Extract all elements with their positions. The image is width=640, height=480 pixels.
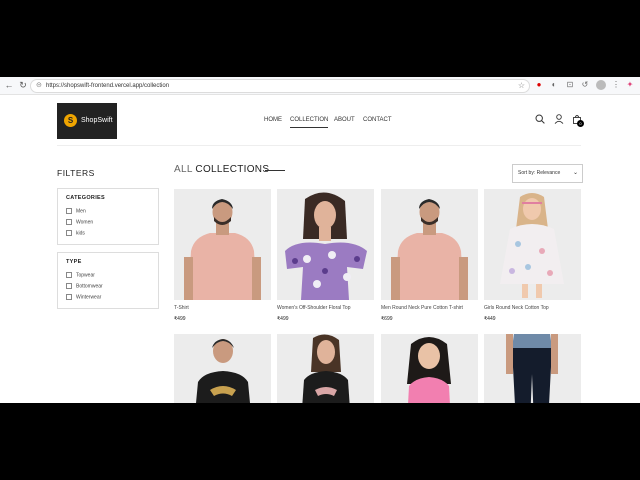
product-image[interactable] [174,334,271,403]
product-image[interactable] [381,334,478,403]
checkbox[interactable] [66,230,72,236]
nav-contact[interactable]: CONTACT [363,115,392,125]
star-icon[interactable]: ☆ [518,80,525,92]
collection-title-bold: COLLECTIONS [195,164,270,175]
nav-collection[interactable]: COLLECTION [290,115,329,128]
address-bar[interactable]: ⊝ https://shopswift-frontend.vercel.app/… [30,79,530,93]
type-filter: TYPE Topwear Bottomwear Winterwear [57,252,159,309]
product-name[interactable]: Women's Off-Shoulder Floral Top [277,305,351,311]
filter-option-kids[interactable]: kids [66,230,85,237]
collection-title: ALL COLLECTIONS [174,164,269,175]
product-image[interactable] [277,189,374,300]
checkbox[interactable] [66,294,72,300]
cart-count-badge: 0 [577,120,584,127]
product-name[interactable]: Men Round Neck Pure Cotton T-shirt [381,305,463,311]
product-name[interactable]: Girls Round Neck Cotton Top [484,305,549,311]
site-logo[interactable]: S ShopSwift [57,103,117,139]
lock-icon: ⊝ [36,82,42,89]
product-price: ₹499 [277,316,289,322]
checkbox[interactable] [66,219,72,225]
chevron-down-icon: ⌄ [572,170,578,176]
product-image[interactable] [381,189,478,300]
filter-option-winterwear[interactable]: Winterwear [66,294,101,301]
product-image[interactable] [174,189,271,300]
checkbox[interactable] [66,283,72,289]
product-image[interactable] [484,334,581,403]
logo-mark: S [64,114,77,127]
browser-viewport: ← ↻ ⊝ https://shopswift-frontend.vercel.… [0,77,640,403]
extension-icon[interactable]: ⊡ [565,80,575,90]
nav-home[interactable]: HOME [264,115,282,125]
categories-filter: CATEGORIES Men Women kids [57,188,159,245]
header-divider [57,145,581,146]
nav-about[interactable]: ABOUT [334,115,355,125]
product-price: ₹499 [174,316,186,322]
product-price: ₹699 [381,316,393,322]
checkbox[interactable] [66,272,72,278]
extension-icon[interactable]: ● [534,80,544,90]
filter-option-bottomwear[interactable]: Bottomwear [66,283,103,290]
categories-title: CATEGORIES [66,195,105,201]
profile-icon[interactable] [596,80,606,90]
sort-label: Sort by: Relevance [518,170,561,176]
filter-option-women[interactable]: Women [66,219,93,226]
extension-icon[interactable]: ◐ [549,80,559,90]
product-name[interactable]: T-Shirt [174,305,189,311]
product-price: ₹449 [484,316,496,322]
sort-select[interactable]: Sort by: Relevance ⌄ [512,164,583,183]
url-text[interactable]: https://shopswift-frontend.vercel.app/co… [46,80,169,92]
type-title: TYPE [66,259,82,265]
product-image[interactable] [484,189,581,300]
product-image[interactable] [277,334,374,403]
reload-icon[interactable]: ↻ [17,79,29,91]
checkbox[interactable] [66,208,72,214]
menu-icon[interactable]: ⋮ [611,80,621,90]
collection-title-light: ALL [174,164,193,175]
filter-option-men[interactable]: Men [66,208,86,215]
filters-title[interactable]: FILTERS [57,168,95,178]
browser-toolbar: ← ↻ ⊝ https://shopswift-frontend.vercel.… [0,77,640,95]
back-icon[interactable]: ← [3,79,15,91]
logo-text: ShopSwift [81,117,113,124]
title-underline [265,170,285,171]
filter-option-topwear[interactable]: Topwear [66,272,95,279]
history-icon[interactable]: ↺ [580,80,590,90]
search-icon[interactable] [534,114,546,126]
copilot-icon[interactable]: ✦ [625,80,635,90]
user-icon[interactable] [553,114,565,126]
